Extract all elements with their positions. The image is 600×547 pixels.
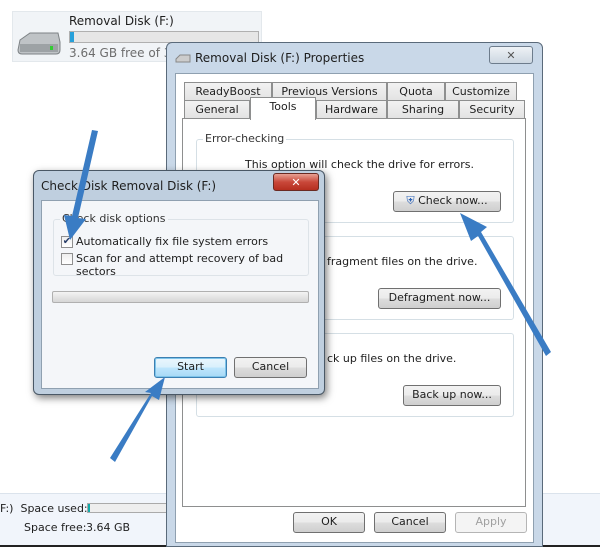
annotation-arrows xyxy=(64,130,551,462)
arrow-to-checkbox-icon xyxy=(64,130,98,240)
arrow-to-start-icon xyxy=(110,377,165,462)
arrow-to-check-now-icon xyxy=(460,213,551,356)
tab-tools[interactable]: Tools xyxy=(250,97,316,120)
